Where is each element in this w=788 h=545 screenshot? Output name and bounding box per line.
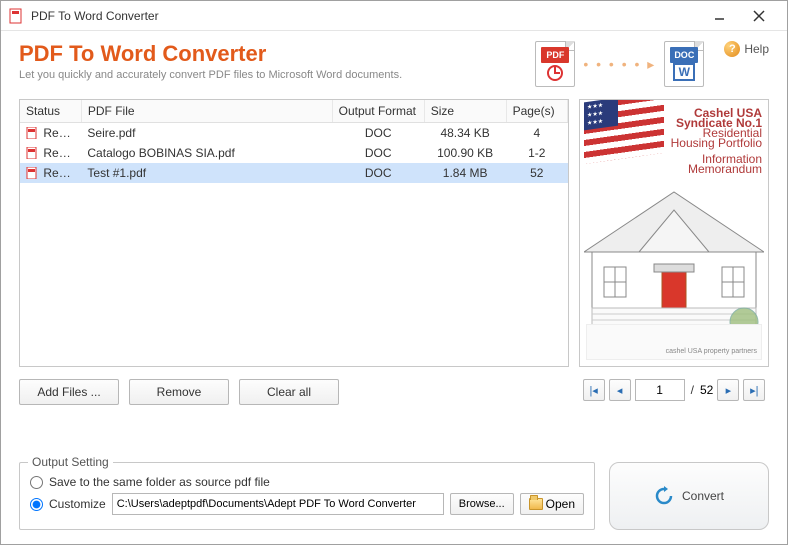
output-legend: Output Setting [28, 455, 113, 469]
app-title: PDF To Word Converter [19, 41, 535, 67]
page-separator: / [689, 383, 696, 397]
col-file[interactable]: PDF File [81, 100, 332, 123]
prev-page-button[interactable]: ◂ [609, 379, 631, 401]
output-path-input[interactable] [112, 493, 444, 515]
folder-icon [529, 498, 543, 510]
customize-radio[interactable] [30, 498, 43, 511]
same-folder-label[interactable]: Save to the same folder as source pdf fi… [49, 475, 270, 489]
col-status[interactable]: Status [20, 100, 81, 123]
add-files-button[interactable]: Add Files ... [19, 379, 119, 405]
table-row[interactable]: ReadySeire.pdfDOC48.34 KB4 [20, 123, 568, 144]
close-button[interactable] [739, 2, 779, 30]
app-icon [9, 8, 25, 24]
col-format[interactable]: Output Format [332, 100, 424, 123]
pager: |◂ ◂ / 52 ▸ ▸| [579, 379, 769, 401]
help-icon: ? [724, 41, 740, 57]
page-input[interactable] [635, 379, 685, 401]
preview-illustration [584, 182, 764, 342]
same-folder-radio[interactable] [30, 476, 43, 489]
refresh-icon [654, 486, 674, 506]
last-page-button[interactable]: ▸| [743, 379, 765, 401]
clear-all-button[interactable]: Clear all [239, 379, 339, 405]
minimize-button[interactable] [699, 2, 739, 30]
table-row[interactable]: ReadyTest #1.pdfDOC1.84 MB52 [20, 163, 568, 183]
titlebar: PDF To Word Converter [1, 1, 787, 31]
flag-image [584, 104, 664, 164]
next-page-button[interactable]: ▸ [717, 379, 739, 401]
col-pages[interactable]: Page(s) [506, 100, 567, 123]
app-window: PDF To Word Converter PDF To Word Conver… [0, 0, 788, 545]
window-title: PDF To Word Converter [31, 9, 699, 23]
header: PDF To Word Converter Let you quickly an… [1, 31, 787, 93]
arrow-icon: • • • • • ▸ [583, 56, 656, 73]
customize-label[interactable]: Customize [49, 497, 106, 511]
output-setting-group: Output Setting Save to the same folder a… [19, 462, 595, 530]
browse-button[interactable]: Browse... [450, 493, 514, 515]
app-subtitle: Let you quickly and accurately convert P… [19, 69, 535, 81]
page-total: 52 [700, 383, 713, 397]
preview-pane: Cashel USA Syndicate No.1 Residential Ho… [579, 99, 769, 367]
col-size[interactable]: Size [424, 100, 506, 123]
help-link[interactable]: ? Help [724, 41, 769, 57]
open-folder-button[interactable]: Open [520, 493, 584, 515]
first-page-button[interactable]: |◂ [583, 379, 605, 401]
doc-icon: DOC W [664, 41, 704, 87]
format-icons: PDF • • • • • ▸ DOC W [535, 41, 704, 87]
convert-button[interactable]: Convert [609, 462, 769, 530]
pdf-icon: PDF [535, 41, 575, 87]
preview-footer: cashel USA property partners [586, 324, 762, 360]
remove-button[interactable]: Remove [129, 379, 229, 405]
table-row[interactable]: ReadyCatalogo BOBINAS SIA.pdfDOC100.90 K… [20, 143, 568, 163]
preview-heading: Cashel USA Syndicate No.1 Residential Ho… [664, 100, 768, 170]
file-table: Status PDF File Output Format Size Page(… [19, 99, 569, 367]
